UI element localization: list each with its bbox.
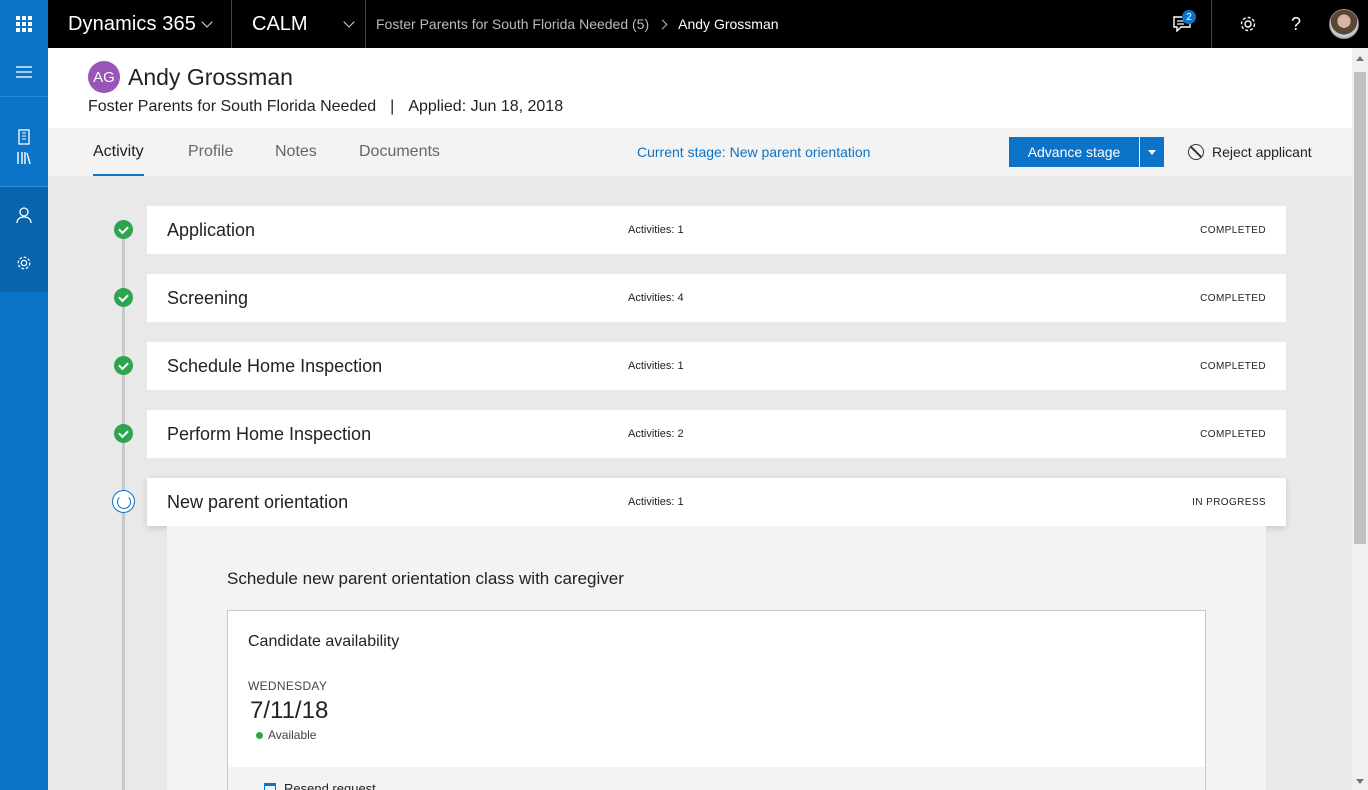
user-profile-button[interactable] (1320, 0, 1368, 48)
stage-status: IN PROGRESS (1192, 496, 1266, 508)
left-navigation (0, 48, 48, 790)
vertical-scrollbar[interactable] (1352, 48, 1368, 790)
block-icon (1188, 144, 1204, 160)
breadcrumb-job-link[interactable]: Foster Parents for South Florida Needed … (376, 16, 649, 32)
settings-button[interactable] (1224, 0, 1272, 48)
nav-item-people[interactable] (0, 191, 48, 239)
hamburger-icon (16, 66, 32, 78)
availability-card: Candidate availability WEDNESDAY 7/11/18… (227, 610, 1206, 790)
completed-check-icon (114, 220, 133, 239)
activity-title: Schedule new parent orientation class wi… (227, 569, 624, 588)
stage-title: Perform Home Inspection (167, 423, 372, 444)
advance-stage-button[interactable]: Advance stage (1009, 137, 1139, 167)
completed-check-icon (114, 424, 133, 443)
caret-down-icon (1148, 149, 1156, 155)
tab-profile[interactable]: Profile (188, 128, 233, 176)
advance-stage-split-button: Advance stage (1009, 137, 1164, 167)
help-button[interactable]: ? (1272, 0, 1320, 48)
in-progress-icon (112, 490, 135, 513)
stage-detail-panel: Schedule new parent orientation class wi… (167, 526, 1266, 790)
stage-status: COMPLETED (1200, 360, 1266, 372)
stage-row[interactable]: Perform Home Inspection Activities: 2 CO… (147, 410, 1286, 458)
reject-applicant-button[interactable]: Reject applicant (1188, 128, 1312, 176)
module-switcher[interactable]: CALM (232, 0, 366, 48)
gear-icon (1240, 16, 1256, 32)
nav-item-settings[interactable] (0, 239, 48, 287)
scroll-up-icon[interactable] (1356, 56, 1364, 61)
stage-title: Application (167, 219, 256, 240)
settings-icon (17, 256, 31, 270)
resend-request-button[interactable]: Resend request (264, 781, 376, 790)
stage-row[interactable]: Application Activities: 1 COMPLETED (147, 206, 1286, 254)
record-header: AG Andy Grossman Foster Parents for Sout… (48, 48, 1352, 128)
stage-activities: Activities: 4 (628, 292, 684, 304)
chevron-down-icon (343, 16, 355, 28)
chevron-down-icon (201, 16, 213, 28)
tab-activity[interactable]: Activity (93, 128, 144, 176)
stage-row[interactable]: Schedule Home Inspection Activities: 1 C… (147, 342, 1286, 390)
resend-request-label: Resend request (284, 781, 376, 790)
chevron-right-icon (657, 19, 668, 29)
availability-day: WEDNESDAY (248, 679, 328, 693)
stage-title: New parent orientation (167, 491, 349, 512)
advance-stage-dropdown[interactable] (1140, 137, 1164, 167)
completed-check-icon (114, 356, 133, 375)
job-title: Foster Parents for South Florida Needed (88, 98, 377, 115)
availability-date: 7/11/18 (250, 697, 329, 724)
help-icon: ? (1290, 13, 1301, 34)
calendar-icon (264, 783, 276, 790)
nav-item-library[interactable] (0, 152, 48, 165)
tab-bar: Activity Profile Notes Documents Current… (48, 128, 1352, 176)
scroll-down-icon[interactable] (1356, 779, 1364, 784)
app-name: Dynamics 365 (68, 12, 196, 35)
applied-date: Applied: Jun 18, 2018 (408, 98, 564, 115)
tab-notes[interactable]: Notes (275, 128, 317, 176)
breadcrumb-current: Andy Grossman (678, 16, 779, 32)
stage-title: Screening (167, 287, 249, 308)
applicant-name: Andy Grossman (128, 64, 293, 90)
stage-row-current[interactable]: New parent orientation Activities: 1 IN … (147, 478, 1286, 526)
stage-activities: Activities: 2 (628, 428, 684, 440)
status-dot-icon (256, 731, 263, 739)
card-footer: Resend request (228, 767, 1205, 790)
subline-separator: | (390, 98, 395, 115)
building-icon (18, 129, 30, 145)
stage-status: COMPLETED (1200, 428, 1266, 440)
notifications-button[interactable]: 2 (1152, 0, 1212, 48)
scrollbar-thumb[interactable] (1354, 72, 1366, 544)
breadcrumb: Foster Parents for South Florida Needed … (366, 16, 1152, 32)
current-stage-link[interactable]: Current stage: New parent orientation (637, 128, 870, 176)
applicant-subline: Foster Parents for South Florida Needed … (88, 98, 563, 116)
app-switcher[interactable]: Dynamics 365 (48, 0, 232, 48)
stage-activities: Activities: 1 (628, 496, 684, 508)
user-avatar (1329, 9, 1359, 39)
tab-documents[interactable]: Documents (359, 128, 440, 176)
module-name: CALM (252, 12, 308, 35)
stage-activities: Activities: 1 (628, 224, 684, 236)
stage-row[interactable]: Screening Activities: 4 COMPLETED (147, 274, 1286, 322)
stage-title: Schedule Home Inspection (167, 355, 383, 376)
availability-label: Available (268, 728, 317, 742)
hamburger-menu-button[interactable] (0, 48, 48, 96)
notification-badge: 2 (1182, 10, 1196, 24)
reject-applicant-label: Reject applicant (1212, 144, 1312, 160)
stage-status: COMPLETED (1200, 292, 1266, 304)
person-icon (16, 206, 32, 223)
stage-status: COMPLETED (1200, 224, 1266, 236)
waffle-icon[interactable] (0, 0, 48, 48)
availability-status: Available (256, 728, 316, 742)
library-icon (17, 152, 31, 165)
top-bar: Dynamics 365 CALM Foster Parents for Sou… (0, 0, 1368, 48)
stage-activities: Activities: 1 (628, 360, 684, 372)
completed-check-icon (114, 288, 133, 307)
card-title: Candidate availability (248, 633, 400, 650)
applicant-avatar: AG (88, 61, 120, 93)
